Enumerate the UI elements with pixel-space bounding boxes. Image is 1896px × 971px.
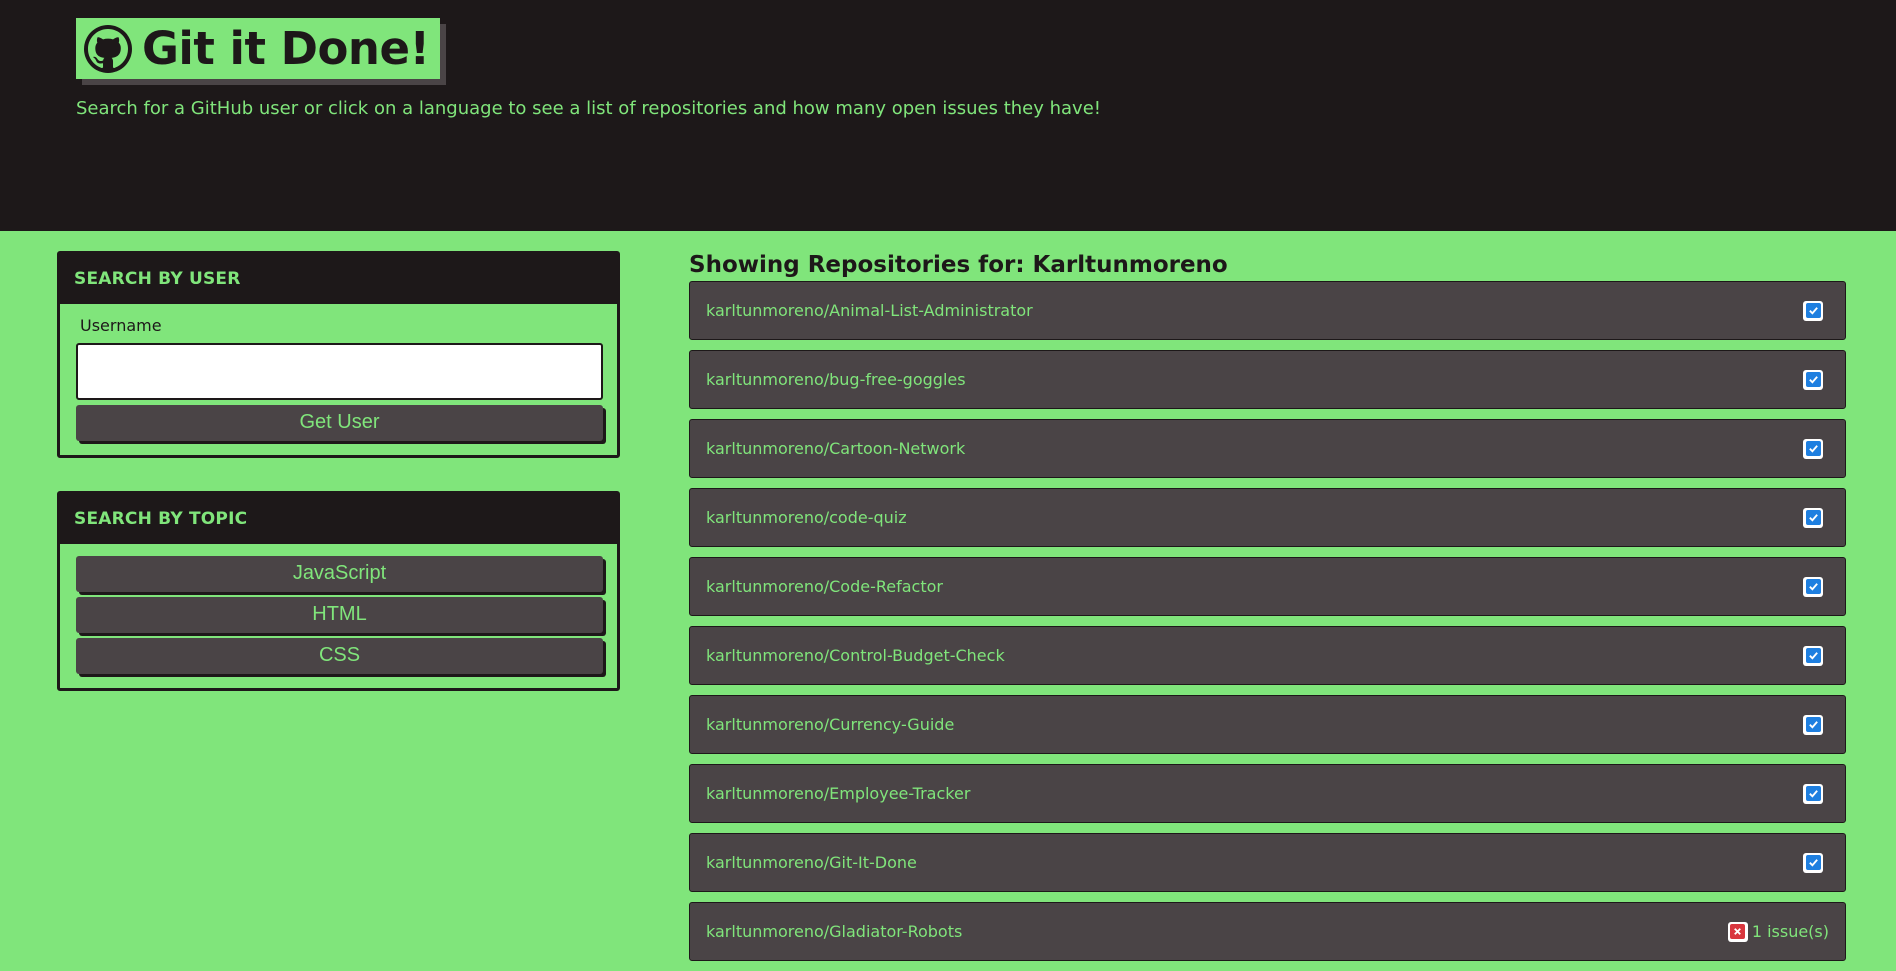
repo-item[interactable]: karltunmoreno/Git-It-Done <box>689 833 1846 892</box>
repo-status <box>1803 783 1829 804</box>
repo-item[interactable]: karltunmoreno/Currency-Guide <box>689 695 1846 754</box>
repo-item[interactable]: karltunmoreno/Control-Budget-Check <box>689 626 1846 685</box>
repo-name: karltunmoreno/Control-Budget-Check <box>706 646 1005 665</box>
repo-name: karltunmoreno/Cartoon-Network <box>706 439 966 458</box>
repo-status: 1 issue(s) <box>1727 921 1829 942</box>
search-by-topic-card: SEARCH BY TOPIC JavaScript HTML CSS <box>57 491 620 691</box>
checkbox-checked-icon <box>1803 576 1823 597</box>
search-by-user-card: SEARCH BY USER Username Get User <box>57 251 620 458</box>
username-input[interactable] <box>76 343 603 400</box>
repo-name: karltunmoreno/Git-It-Done <box>706 853 917 872</box>
checkbox-checked-icon <box>1803 783 1823 804</box>
repo-status <box>1803 852 1829 873</box>
repo-status <box>1803 438 1829 459</box>
repo-item[interactable]: karltunmoreno/Animal-List-Administrator <box>689 281 1846 340</box>
topic-javascript-button[interactable]: JavaScript <box>76 556 603 592</box>
search-by-user-body: Username Get User <box>60 304 617 455</box>
repo-item[interactable]: karltunmoreno/code-quiz <box>689 488 1846 547</box>
repo-name: karltunmoreno/Currency-Guide <box>706 715 955 734</box>
repo-name: karltunmoreno/Gladiator-Robots <box>706 922 963 941</box>
username-label: Username <box>80 316 162 335</box>
checkbox-checked-icon <box>1803 369 1823 390</box>
repo-item[interactable]: karltunmoreno/Code-Refactor <box>689 557 1846 616</box>
repo-status <box>1803 300 1829 321</box>
repo-name: karltunmoreno/Code-Refactor <box>706 577 943 596</box>
repo-item[interactable]: karltunmoreno/Gladiator-Robots 1 issue(s… <box>689 902 1846 961</box>
repo-item[interactable]: karltunmoreno/Employee-Tracker <box>689 764 1846 823</box>
checkbox-checked-icon <box>1803 300 1823 321</box>
repo-name: karltunmoreno/Animal-List-Administrator <box>706 301 1033 320</box>
page-header: Git it Done! Search for a GitHub user or… <box>0 0 1896 231</box>
topic-html-button[interactable]: HTML <box>76 597 603 633</box>
repo-item[interactable]: karltunmoreno/Cartoon-Network <box>689 419 1846 478</box>
results-title: Showing Repositories for: Karltunmoreno <box>689 252 1228 278</box>
topic-css-button[interactable]: CSS <box>76 638 603 674</box>
repo-item[interactable]: karltunmoreno/bug-free-goggles <box>689 350 1846 409</box>
x-mark-icon <box>1727 921 1748 942</box>
topic-button-list: JavaScript HTML CSS <box>60 544 617 688</box>
card-title: SEARCH BY TOPIC <box>60 494 617 544</box>
repo-name: karltunmoreno/bug-free-goggles <box>706 370 966 389</box>
repo-name: karltunmoreno/Employee-Tracker <box>706 784 971 803</box>
app-title: Git it Done! <box>142 22 430 75</box>
repo-status <box>1803 714 1829 735</box>
repo-status <box>1803 507 1829 528</box>
card-title: SEARCH BY USER <box>60 254 617 304</box>
checkbox-checked-icon <box>1803 507 1823 528</box>
repo-status <box>1803 369 1829 390</box>
app-logo[interactable]: Git it Done! <box>76 18 440 79</box>
github-octocat-icon <box>84 24 132 73</box>
checkbox-checked-icon <box>1803 852 1823 873</box>
checkbox-checked-icon <box>1803 645 1823 666</box>
repo-name: karltunmoreno/code-quiz <box>706 508 907 527</box>
checkbox-checked-icon <box>1803 438 1823 459</box>
checkbox-checked-icon <box>1803 714 1823 735</box>
repo-status <box>1803 645 1829 666</box>
repo-status <box>1803 576 1829 597</box>
get-user-button[interactable]: Get User <box>76 405 603 441</box>
repo-list: karltunmoreno/Animal-List-Administrator … <box>689 281 1846 971</box>
page-subtitle: Search for a GitHub user or click on a l… <box>76 98 1101 119</box>
issue-count: 1 issue(s) <box>1751 922 1829 941</box>
